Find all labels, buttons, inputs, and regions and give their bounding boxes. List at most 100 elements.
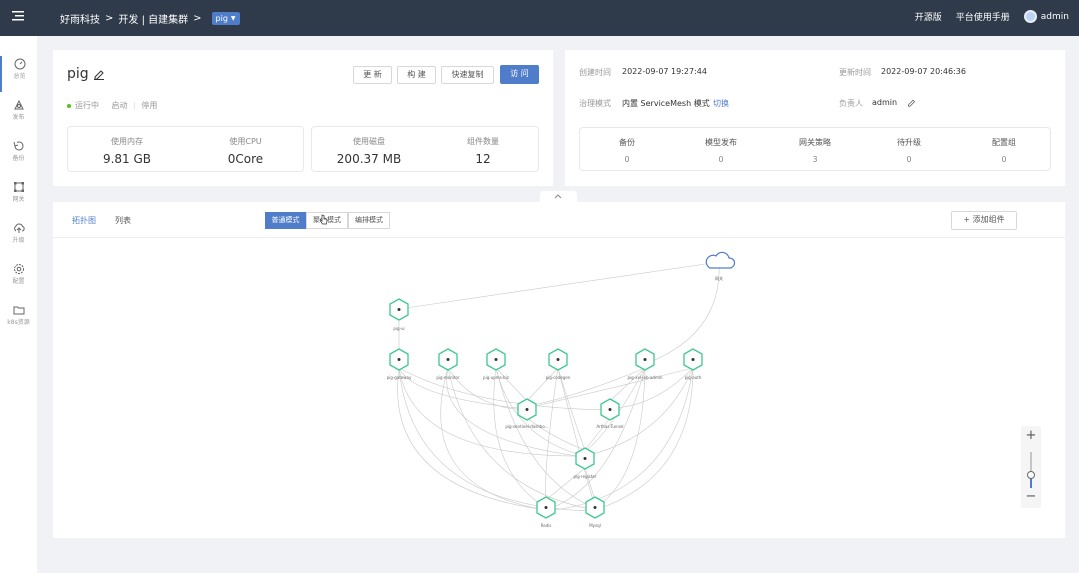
node-dot bbox=[397, 308, 401, 311]
node-label: pig-sentinel-dashbo... bbox=[505, 424, 548, 429]
edge bbox=[594, 367, 646, 509]
collapse-toggle[interactable] bbox=[540, 191, 577, 202]
edge bbox=[397, 367, 547, 511]
node-label: pig-auth bbox=[685, 375, 702, 380]
status-text: 运行中 bbox=[75, 101, 99, 110]
count-backup[interactable]: 备份 0 bbox=[580, 128, 674, 172]
graph-node-pig-register[interactable]: pig-register bbox=[573, 447, 597, 479]
breadcrumb-org[interactable]: 好雨科技 bbox=[60, 11, 100, 26]
edge bbox=[526, 417, 586, 451]
graph-node-pig-gateway[interactable]: pig-gateway bbox=[387, 348, 412, 380]
app-selector[interactable]: pig ▼ bbox=[211, 12, 240, 25]
memory-stat: 使用内存 9.81 GB bbox=[68, 127, 186, 173]
count-gateway-policy[interactable]: 网关策略 3 bbox=[768, 128, 862, 172]
sidebar-item-gateway[interactable]: 网关 bbox=[0, 179, 37, 215]
node-label: pig-xxl-job-admin bbox=[628, 375, 663, 380]
start-link[interactable]: 启动 bbox=[112, 101, 128, 110]
add-component-button[interactable]: + 添加组件 bbox=[951, 211, 1017, 230]
sidebar-item-upgrade[interactable]: 升级 bbox=[0, 220, 37, 256]
stat-label: 组件数量 bbox=[467, 137, 499, 146]
menu-toggle-icon[interactable] bbox=[12, 10, 24, 22]
graph-node-pig-codegen[interactable]: pig-codegen bbox=[546, 348, 571, 380]
count-value: 0 bbox=[906, 155, 912, 164]
node-label: Redis bbox=[541, 523, 552, 528]
breadcrumb-separator: > bbox=[105, 13, 114, 24]
owner-name: admin bbox=[872, 98, 898, 107]
update-button[interactable]: 更 新 bbox=[353, 66, 392, 84]
node-label: pig-upms-biz bbox=[483, 375, 509, 380]
updated-label: 更新时间 bbox=[839, 68, 871, 77]
sidebar-item-backup[interactable]: 备份 bbox=[0, 138, 37, 174]
zoom-in-button[interactable]: + bbox=[1021, 428, 1041, 443]
edge bbox=[545, 367, 694, 512]
count-label: 备份 bbox=[619, 138, 635, 147]
build-button[interactable]: 构 建 bbox=[397, 66, 436, 84]
graph-node-pig-auth[interactable]: pig-auth bbox=[683, 348, 703, 380]
visit-button[interactable]: 访 问 bbox=[500, 65, 539, 84]
sidebar-item-publish[interactable]: 发布 bbox=[0, 97, 37, 133]
stat-value: 0Core bbox=[227, 152, 264, 166]
cloud-icon bbox=[705, 251, 736, 269]
avatar[interactable] bbox=[1023, 10, 1037, 23]
count-label: 配置组 bbox=[992, 138, 1016, 147]
edge bbox=[398, 261, 720, 310]
graph-node-arthas-tunnel[interactable]: Arthas-Tunnel bbox=[596, 398, 624, 429]
node-dot bbox=[608, 408, 612, 411]
zoom-slider-handle[interactable] bbox=[1027, 471, 1035, 480]
node-label: 网关 bbox=[715, 275, 723, 281]
zoom-slider-track[interactable] bbox=[1030, 452, 1032, 488]
updated-time: 2022-09-07 20:46:36 bbox=[881, 67, 966, 76]
user-name[interactable]: admin bbox=[1041, 12, 1069, 22]
breadcrumb-separator: > bbox=[193, 13, 202, 24]
hand-cursor-icon bbox=[319, 214, 328, 225]
graph-node-pig-sentinel[interactable]: pig-sentinel-dashbo... bbox=[505, 398, 549, 429]
graph-node-pig-xxl-job-admin[interactable]: pig-xxl-job-admin bbox=[628, 348, 663, 380]
governance-switch-link[interactable]: 切换 bbox=[713, 98, 729, 109]
count-value: 0 bbox=[1001, 155, 1007, 164]
backup-icon bbox=[13, 141, 23, 151]
breadcrumb-team[interactable]: 开发 | 自建集群 bbox=[118, 11, 188, 26]
graph-node-pig-monitor[interactable]: pig-monitor bbox=[436, 348, 460, 380]
app-selector-label: pig bbox=[215, 14, 228, 23]
graph-node-internet[interactable]: 网关 bbox=[705, 251, 736, 281]
edge bbox=[584, 417, 611, 451]
caret-down-icon: ▼ bbox=[230, 15, 236, 22]
stop-link[interactable]: 停用 bbox=[141, 101, 157, 110]
manual-link[interactable]: 平台使用手册 bbox=[956, 10, 1010, 23]
tab-topology[interactable]: 拓扑图 bbox=[72, 215, 96, 226]
tab-list[interactable]: 列表 bbox=[115, 215, 131, 226]
count-pending-upgrade[interactable]: 待升级 0 bbox=[862, 128, 956, 172]
stat-value: 12 bbox=[475, 152, 491, 166]
app-name: pig bbox=[67, 66, 89, 82]
count-model-publish[interactable]: 模型发布 0 bbox=[674, 128, 768, 172]
graph-node-pig-ui[interactable]: pig-ui bbox=[389, 298, 409, 331]
mode-normal-button[interactable]: 普通模式 bbox=[265, 212, 306, 229]
graph-node-redis[interactable]: Redis bbox=[536, 496, 556, 528]
sidebar-item-label: 发布 bbox=[12, 114, 25, 121]
app-status: 运行中 启动 | 停用 bbox=[67, 100, 157, 111]
edit-icon[interactable] bbox=[93, 68, 105, 80]
sidebar: 总览 发布 备份 网关 升级 配置 k8s资源 bbox=[0, 36, 37, 573]
graph-node-pig-upms-biz[interactable]: pig-upms-biz bbox=[483, 348, 509, 380]
edge bbox=[398, 367, 586, 457]
edge bbox=[440, 367, 547, 511]
sidebar-item-overview[interactable]: 总览 bbox=[0, 56, 37, 92]
count-value: 3 bbox=[812, 155, 818, 164]
node-dot bbox=[446, 358, 450, 361]
node-dot bbox=[397, 358, 401, 361]
sidebar-item-label: 配置 bbox=[12, 278, 25, 285]
node-dot bbox=[525, 408, 529, 411]
open-source-link[interactable]: 开源版 bbox=[915, 10, 942, 23]
zoom-out-button[interactable]: − bbox=[1021, 489, 1041, 504]
quick-copy-button[interactable]: 快速复制 bbox=[441, 66, 494, 84]
count-config-group[interactable]: 配置组 0 bbox=[956, 128, 1052, 172]
stat-label: 使用磁盘 bbox=[353, 137, 385, 146]
graph-node-mysql[interactable]: Mysql bbox=[585, 496, 605, 528]
node-dot bbox=[691, 358, 695, 361]
sidebar-item-config[interactable]: 配置 bbox=[0, 261, 37, 297]
edit-owner-icon[interactable] bbox=[907, 98, 916, 107]
sidebar-item-k8s[interactable]: k8s资源 bbox=[0, 302, 37, 338]
cpu-stat: 使用CPU 0Core bbox=[186, 127, 305, 173]
mode-orchestrate-button[interactable]: 编排模式 bbox=[348, 212, 390, 229]
action-divider: | bbox=[133, 101, 136, 110]
